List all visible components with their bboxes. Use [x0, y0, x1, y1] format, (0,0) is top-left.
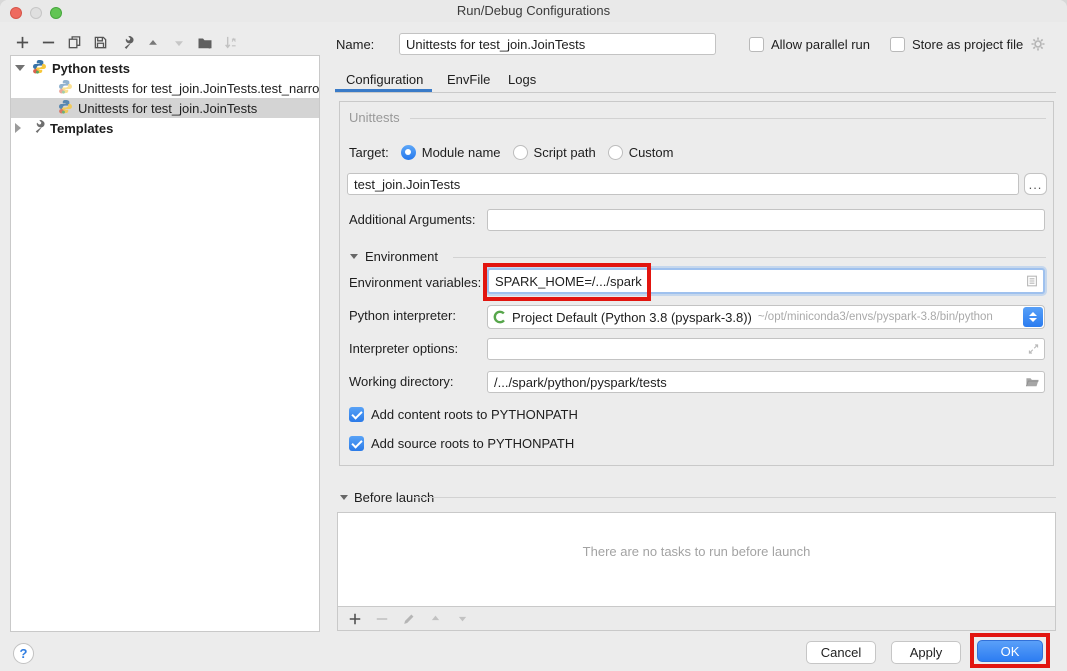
interpreter-options-label: Interpreter options:	[349, 341, 458, 356]
ok-button[interactable]: OK	[977, 640, 1043, 662]
add-task-icon[interactable]	[347, 611, 362, 626]
before-launch-task-list: There are no tasks to run before launch	[337, 512, 1056, 607]
add-content-roots-label: Add content roots to PYTHONPATH	[371, 407, 578, 422]
name-label: Name:	[336, 37, 374, 52]
before-launch-collapse-icon[interactable]	[340, 495, 348, 500]
combo-stepper-icon[interactable]	[1023, 307, 1043, 327]
before-launch-empty-message: There are no tasks to run before launch	[338, 544, 1055, 559]
tree-item-label: Unittests for test_join.JoinTests	[78, 101, 257, 116]
checkbox-icon[interactable]	[890, 37, 905, 52]
add-configuration-icon[interactable]	[14, 34, 31, 51]
environment-collapse-icon[interactable]	[350, 254, 358, 259]
interpreter-options-input[interactable]	[487, 338, 1045, 360]
environment-variables-label: Environment variables:	[349, 275, 481, 290]
expand-arrow-icon[interactable]	[15, 123, 21, 133]
allow-parallel-run-checkbox[interactable]: Allow parallel run	[749, 36, 870, 52]
radio-custom-label[interactable]: Custom	[629, 145, 674, 160]
templates-wrench-icon	[30, 119, 45, 137]
tree-group-label: Templates	[50, 121, 113, 136]
checkbox-icon[interactable]	[349, 407, 364, 422]
add-content-roots-checkbox[interactable]: Add content roots to PYTHONPATH	[349, 406, 578, 422]
remove-configuration-icon[interactable]	[40, 34, 57, 51]
window-title: Run/Debug Configurations	[0, 0, 1067, 22]
store-as-project-file-label: Store as project file	[912, 37, 1023, 52]
titlebar: Run/Debug Configurations	[0, 0, 1067, 22]
tree-item-test-narrow[interactable]: Unittests for test_join.JoinTests.test_n…	[11, 78, 319, 98]
working-directory-label: Working directory:	[349, 374, 454, 389]
save-configuration-icon[interactable]	[92, 34, 109, 51]
move-task-down-icon	[455, 611, 470, 626]
new-folder-icon[interactable]	[196, 34, 213, 51]
run-debug-configurations-dialog: Run/Debug Configurations Python	[0, 0, 1067, 671]
target-label: Target:	[349, 145, 389, 160]
radio-module-name[interactable]	[401, 145, 416, 160]
additional-arguments-label: Additional Arguments:	[349, 212, 475, 227]
help-button[interactable]: ?	[13, 643, 34, 664]
tabs-divider	[335, 92, 1056, 93]
annotation-highlight-env-vars	[483, 263, 651, 301]
browse-env-vars-icon[interactable]	[1025, 274, 1039, 288]
environment-section-label[interactable]: Environment	[365, 249, 438, 264]
target-module-input[interactable]: test_join.JoinTests	[347, 173, 1019, 195]
copy-configuration-icon[interactable]	[66, 34, 83, 51]
checkbox-icon[interactable]	[749, 37, 764, 52]
before-launch-line	[414, 497, 1056, 498]
configurations-toolbar	[14, 34, 239, 51]
tree-item-label: Unittests for test_join.JoinTests.test_n…	[78, 81, 319, 96]
tree-group-templates[interactable]: Templates	[11, 118, 319, 138]
add-source-roots-label: Add source roots to PYTHONPATH	[371, 436, 574, 451]
configurations-tree: Python tests Unittests for test_join.Joi…	[10, 55, 320, 632]
tab-logs[interactable]: Logs	[508, 72, 536, 87]
gear-icon[interactable]	[1030, 36, 1046, 52]
group-title-line	[410, 118, 1046, 119]
folder-icon[interactable]	[1025, 375, 1040, 390]
move-down-icon	[170, 34, 187, 51]
move-task-up-icon	[428, 611, 443, 626]
radio-module-name-label[interactable]: Module name	[422, 145, 501, 160]
tree-group-python-tests[interactable]: Python tests	[11, 58, 319, 78]
cancel-button[interactable]: Cancel	[806, 641, 876, 664]
python-test-config-icon	[58, 99, 73, 117]
edit-templates-icon[interactable]	[118, 34, 135, 51]
group-title: Unittests	[349, 110, 400, 125]
remove-task-icon	[374, 611, 389, 626]
name-input[interactable]: Unittests for test_join.JoinTests	[399, 33, 716, 55]
interpreter-path: ~/opt/miniconda3/envs/pyspark-3.8/bin/py…	[758, 311, 993, 323]
target-row: Target: Module name Script path Custom	[349, 144, 673, 160]
working-directory-input[interactable]: /.../spark/python/pyspark/tests	[487, 371, 1045, 393]
radio-custom[interactable]	[608, 145, 623, 160]
collapse-arrow-icon[interactable]	[15, 65, 25, 71]
checkbox-icon[interactable]	[349, 436, 364, 451]
radio-script-path-label[interactable]: Script path	[534, 145, 596, 160]
interpreter-value: Project Default (Python 3.8 (pyspark-3.8…	[512, 310, 752, 325]
sort-alphabetically-icon	[222, 34, 239, 51]
before-launch-toolbar	[337, 607, 1056, 631]
additional-arguments-input[interactable]	[487, 209, 1045, 231]
python-tests-icon	[32, 59, 47, 77]
add-source-roots-checkbox[interactable]: Add source roots to PYTHONPATH	[349, 435, 574, 451]
edit-task-icon	[401, 611, 416, 626]
python-interpreter-select[interactable]: Project Default (Python 3.8 (pyspark-3.8…	[487, 305, 1045, 329]
radio-script-path[interactable]	[513, 145, 528, 160]
python-interpreter-label: Python interpreter:	[349, 308, 456, 323]
move-up-icon[interactable]	[144, 34, 161, 51]
browse-button[interactable]: ...	[1024, 173, 1047, 195]
tab-configuration[interactable]: Configuration	[346, 72, 423, 87]
unittests-group-box: Unittests Target: Module name Script pat…	[339, 101, 1054, 466]
interpreter-icon	[493, 310, 507, 324]
tree-group-label: Python tests	[52, 61, 130, 76]
allow-parallel-run-label: Allow parallel run	[771, 37, 870, 52]
environment-section-line	[453, 257, 1046, 258]
apply-button[interactable]: Apply	[891, 641, 961, 664]
tab-envfile[interactable]: EnvFile	[447, 72, 490, 87]
expand-field-icon[interactable]	[1027, 343, 1040, 356]
store-as-project-file-checkbox[interactable]: Store as project file	[890, 36, 1046, 52]
python-test-config-icon	[58, 79, 73, 97]
tree-item-jointests-selected[interactable]: Unittests for test_join.JoinTests	[11, 98, 319, 118]
active-tab-underline	[335, 89, 432, 92]
